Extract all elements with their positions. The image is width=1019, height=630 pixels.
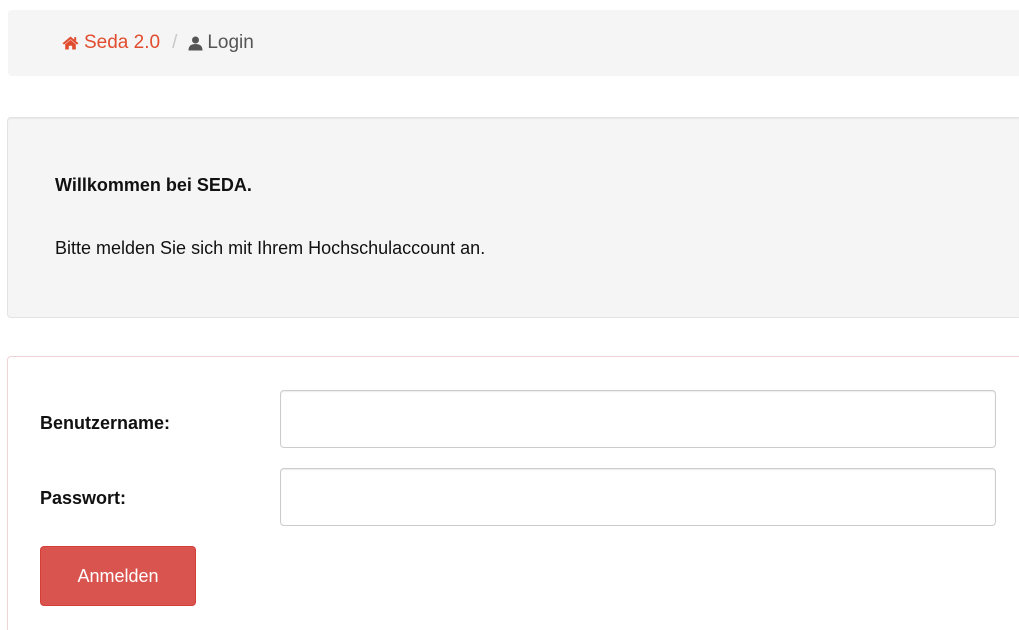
welcome-panel: Willkommen bei SEDA. Bitte melden Sie si…	[7, 117, 1019, 318]
password-label: Passwort:	[40, 488, 127, 508]
login-form: Benutzername: Passwort: Anmelden	[7, 356, 1019, 630]
welcome-text: Bitte melden Sie sich mit Ihrem Hochschu…	[55, 238, 486, 258]
password-input[interactable]	[280, 468, 996, 526]
breadcrumb-home-label: Seda 2.0	[84, 32, 161, 53]
breadcrumb-current: Login	[188, 32, 254, 54]
user-icon	[188, 36, 203, 50]
breadcrumb-separator: /	[172, 32, 178, 53]
breadcrumb: Seda 2.0 / Login	[8, 10, 1019, 76]
username-input[interactable]	[280, 390, 996, 448]
breadcrumb-current-label: Login	[207, 32, 254, 53]
home-icon	[62, 36, 79, 50]
welcome-title: Willkommen bei SEDA.	[55, 175, 252, 195]
login-button[interactable]: Anmelden	[40, 546, 196, 606]
breadcrumb-home-link[interactable]: Seda 2.0	[62, 32, 160, 54]
username-label: Benutzername:	[40, 413, 171, 433]
